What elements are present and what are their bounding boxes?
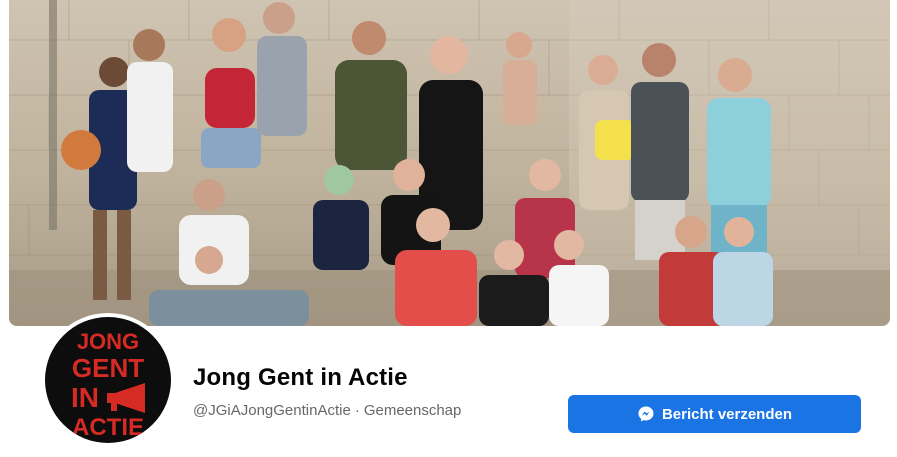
logo-line-1: JONG [77,329,139,354]
messenger-icon [637,405,655,423]
logo-line-2: GENT [72,353,144,383]
page-handle: @JGiAJongGentinActie [193,402,351,419]
page-category[interactable]: Gemeenschap [364,402,462,419]
facebook-page-header: JONG GENT IN ACTIE Jong Gent in Actie @J… [0,0,897,457]
megaphone-icon [107,383,145,413]
meta-separator: · [354,402,360,419]
profile-avatar[interactable]: JONG GENT IN ACTIE [41,313,175,447]
cover-photo-image [9,0,890,326]
logo-line-3: IN [71,382,99,413]
logo-line-4: ACTIE [72,414,144,441]
page-meta: @JGiAJongGentinActie · Gemeenschap [193,402,461,419]
send-message-label: Bericht verzenden [661,405,793,423]
avatar-logo: JONG GENT IN ACTIE [45,317,171,443]
send-message-button[interactable]: Bericht verzenden [568,395,861,433]
logo-image: JONG GENT IN ACTIE [71,329,145,441]
page-name: Jong Gent in Actie [193,364,408,391]
cover-photo[interactable] [9,0,890,326]
